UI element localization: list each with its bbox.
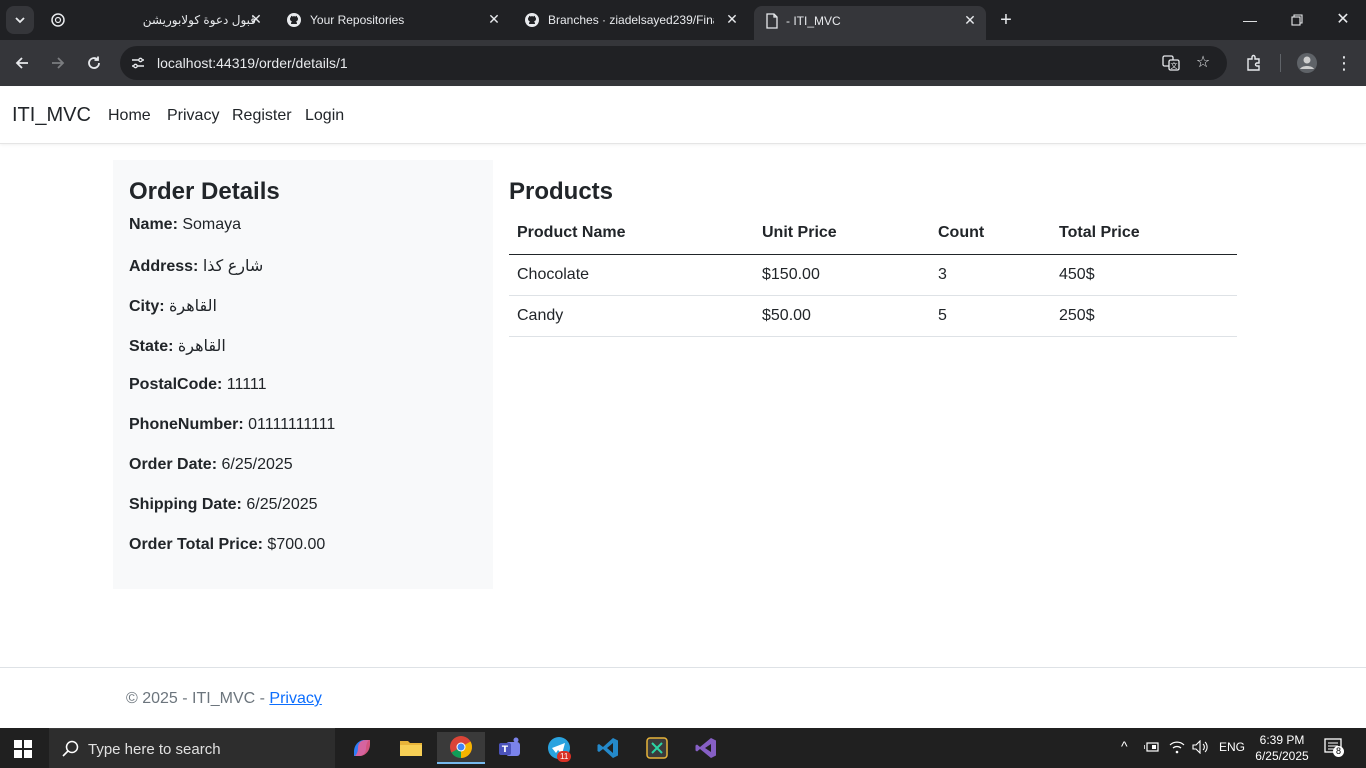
footer-privacy-link[interactable]: Privacy — [269, 690, 321, 707]
column-header: Count — [930, 213, 1051, 255]
reload-icon[interactable] — [83, 52, 105, 74]
search-icon — [61, 739, 81, 759]
teams-app-icon[interactable]: T — [490, 732, 530, 764]
volume-icon[interactable] — [1192, 739, 1210, 757]
cell-count: 5 — [930, 295, 1051, 337]
notification-badge: 11 — [557, 751, 572, 762]
column-header: Product Name — [509, 213, 754, 255]
cell-unit-price: $150.00 — [754, 254, 930, 296]
forward-arrow-icon[interactable] — [47, 52, 69, 74]
clock-date: 6/25/2025 — [1255, 749, 1309, 763]
close-icon[interactable]: ✕ — [962, 12, 978, 28]
visual-studio-icon[interactable] — [686, 732, 726, 764]
extensions-icon[interactable] — [1243, 52, 1265, 74]
table-header-row: Product Name Unit Price Count Total Pric… — [509, 213, 1237, 255]
order-details-heading: Order Details — [129, 178, 280, 205]
detail-order-date: Order Date: 6/25/2025 — [129, 456, 293, 473]
nav-home-link[interactable]: Home — [108, 107, 151, 125]
detail-phone-number: PhoneNumber: 01111111111 — [129, 416, 336, 433]
cell-product-name: Chocolate — [509, 254, 754, 296]
browser-tab[interactable]: Your Repositories ✕ — [276, 0, 510, 40]
browser-tab-strip: قبول دعوة كولابوريشن ✕ Your Repositories… — [0, 0, 1366, 40]
tray-overflow-icon[interactable]: ^ — [1121, 738, 1128, 754]
search-placeholder: Type here to search — [88, 741, 221, 758]
detail-city: City: القاهرة — [129, 298, 217, 315]
table-row: Candy $50.00 5 250$ — [509, 295, 1237, 337]
order-details-panel: Order Details Name: Somaya Address: شارع… — [113, 160, 493, 589]
page-footer: © 2025 - ITI_MVC - Privacy — [0, 667, 1366, 728]
column-header: Total Price — [1051, 213, 1237, 255]
column-header: Unit Price — [754, 213, 930, 255]
toolbar-divider — [1280, 54, 1281, 72]
tab-title: قبول دعوة كولابوريشن — [142, 13, 256, 27]
restore-icon[interactable] — [1285, 10, 1309, 30]
bookmark-star-icon[interactable]: ☆ — [1194, 54, 1212, 72]
site-info-icon[interactable] — [130, 55, 146, 71]
nav-register-link[interactable]: Register — [232, 107, 292, 125]
browser-toolbar: localhost:44319/order/details/1 文 ☆ ⋮ — [0, 40, 1366, 86]
new-tab-button[interactable]: + — [996, 10, 1016, 30]
brand-link[interactable]: ITI_MVC — [12, 104, 91, 127]
detail-shipping-date: Shipping Date: 6/25/2025 — [129, 496, 318, 513]
file-explorer-icon[interactable] — [391, 732, 431, 764]
github-icon — [524, 12, 540, 28]
svg-text:文: 文 — [1171, 61, 1178, 70]
url-text[interactable]: localhost:44319/order/details/1 — [157, 55, 348, 71]
products-heading: Products — [509, 178, 614, 205]
clock-time: 6:39 PM — [1259, 733, 1305, 747]
chatgpt-icon — [50, 12, 66, 28]
address-bar[interactable]: localhost:44319/order/details/1 文 ☆ — [120, 46, 1227, 80]
telegram-app-icon[interactable]: 11 — [539, 732, 579, 764]
browser-tab[interactable]: Branches · ziadelsayed239/Final ✕ — [514, 0, 750, 40]
tab-title: - ITI_MVC — [786, 14, 841, 28]
detail-postal-code: PostalCode: 11111 — [129, 376, 267, 393]
close-icon[interactable]: ✕ — [724, 11, 740, 27]
windows-taskbar: Type here to search T 11 ^ ENG 6:39 PM 6… — [0, 728, 1366, 768]
copilot-app-icon[interactable] — [342, 732, 382, 764]
detail-state: State: القاهرة — [129, 338, 226, 355]
wifi-icon[interactable] — [1169, 740, 1185, 757]
browser-tab-active[interactable]: - ITI_MVC ✕ — [754, 6, 986, 40]
avatar[interactable] — [1296, 52, 1318, 74]
back-arrow-icon[interactable] — [11, 52, 33, 74]
app-navbar: ITI_MVC Home Privacy Register Login — [0, 87, 1366, 144]
chevron-down-icon — [15, 17, 25, 24]
footer-text: © 2025 - ITI_MVC - Privacy — [126, 690, 322, 707]
detail-address: Address: شارع كذا — [129, 258, 264, 275]
language-indicator[interactable]: ENG — [1219, 740, 1245, 754]
cell-product-name: Candy — [509, 295, 754, 337]
svg-text:T: T — [502, 745, 509, 755]
nav-login-link[interactable]: Login — [305, 107, 344, 125]
detail-order-total: Order Total Price: $700.00 — [129, 536, 326, 553]
vscode-app-icon[interactable] — [588, 732, 628, 764]
notifications-icon[interactable]: 8 — [1324, 737, 1345, 760]
nav-privacy-link[interactable]: Privacy — [167, 107, 219, 125]
snipping-tool-icon[interactable] — [637, 732, 677, 764]
battery-icon[interactable] — [1143, 740, 1160, 757]
table-row: Chocolate $150.00 3 450$ — [509, 254, 1237, 296]
windows-start-icon[interactable] — [14, 740, 32, 758]
cell-total-price: 250$ — [1051, 295, 1237, 337]
cell-count: 3 — [930, 254, 1051, 296]
more-menu-icon[interactable]: ⋮ — [1333, 52, 1355, 74]
close-window-icon[interactable]: ✕ — [1331, 10, 1355, 30]
minimize-icon[interactable]: — — [1238, 10, 1262, 30]
page-icon — [764, 13, 780, 29]
browser-tab[interactable]: قبول دعوة كولابوريشن ✕ — [40, 0, 272, 40]
close-icon[interactable]: ✕ — [486, 11, 502, 27]
notification-count-badge: 8 — [1333, 746, 1345, 757]
chrome-app-icon[interactable] — [437, 732, 485, 764]
tab-search-button[interactable] — [6, 6, 34, 34]
github-icon — [286, 12, 302, 28]
translate-icon[interactable]: 文 — [1162, 54, 1180, 72]
products-table: Product Name Unit Price Count Total Pric… — [509, 213, 1237, 337]
cell-total-price: 450$ — [1051, 254, 1237, 296]
tab-title: Branches · ziadelsayed239/Final — [548, 13, 714, 27]
detail-name: Name: Somaya — [129, 216, 242, 233]
close-icon[interactable]: ✕ — [248, 11, 264, 27]
taskbar-clock[interactable]: 6:39 PM 6/25/2025 — [1254, 732, 1310, 764]
tab-title: Your Repositories — [310, 13, 405, 27]
taskbar-search[interactable]: Type here to search — [49, 728, 335, 768]
cell-unit-price: $50.00 — [754, 295, 930, 337]
